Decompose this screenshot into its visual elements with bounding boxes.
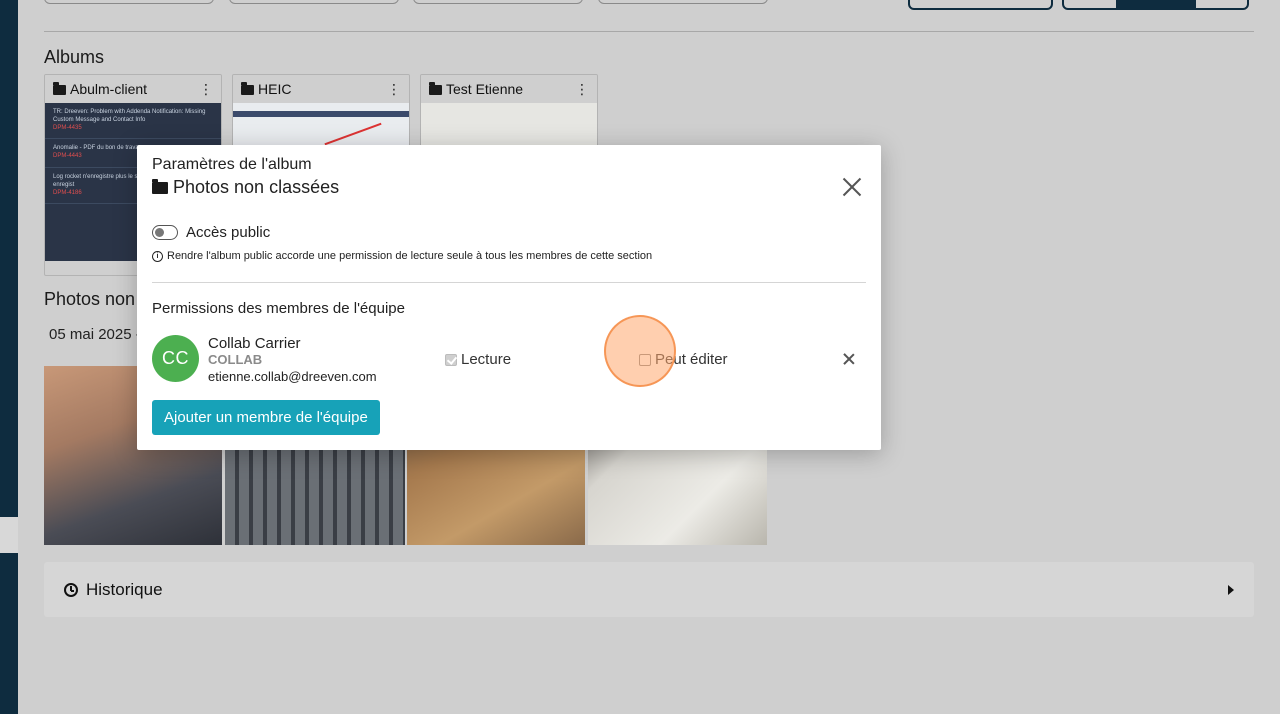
thumb-task-text: TR: Dreeven: Problem with Addenda Notifi… xyxy=(53,109,206,123)
history-label: Historique xyxy=(86,579,163,599)
more-options-icon[interactable]: ⋮ xyxy=(575,81,589,98)
public-access-row: Accès public xyxy=(152,224,270,241)
modal-title: Paramètres de l'album xyxy=(152,156,312,173)
public-access-label: Accès public xyxy=(186,224,271,241)
modal-album-name: Photos non classées xyxy=(152,177,339,198)
edit-label: Peut éditer xyxy=(655,351,728,368)
permissions-title: Permissions des membres de l'équipe xyxy=(152,300,405,317)
remove-member-icon[interactable] xyxy=(843,353,855,365)
view-toggle[interactable] xyxy=(1062,0,1249,10)
album-name-label: Photos non classées xyxy=(173,177,340,197)
folder-icon xyxy=(152,179,168,194)
folder-icon xyxy=(429,81,442,95)
albums-heading: Albums xyxy=(44,47,105,67)
edit-checkbox[interactable] xyxy=(639,353,651,366)
thumb-task: TR: Dreeven: Problem with Addenda Notifi… xyxy=(45,103,221,140)
more-options-icon[interactable]: ⋮ xyxy=(387,81,401,98)
info-icon: i xyxy=(152,250,163,262)
history-panel[interactable]: Historique xyxy=(44,562,1254,617)
folder-icon xyxy=(241,81,254,95)
left-sidebar xyxy=(0,0,18,714)
date-range: 05 mai 2025 - xyxy=(49,326,141,343)
view-toggle-active[interactable] xyxy=(1116,0,1196,8)
read-permission: Lecture xyxy=(445,351,511,368)
sidebar-notch xyxy=(0,517,18,553)
filter-field[interactable] xyxy=(598,0,768,4)
add-member-button[interactable]: Ajouter un membre de l'équipe xyxy=(152,400,380,435)
clock-icon xyxy=(64,582,78,597)
member-name: Collab Carrier xyxy=(208,335,301,352)
read-label: Lecture xyxy=(461,351,512,368)
folder-icon xyxy=(53,81,66,95)
more-options-icon[interactable]: ⋮ xyxy=(199,81,213,98)
album-name: Test Etienne xyxy=(446,81,524,97)
divider xyxy=(152,282,866,283)
edit-permission: Peut éditer xyxy=(639,351,728,368)
close-icon[interactable] xyxy=(840,175,864,199)
public-access-toggle[interactable] xyxy=(152,225,178,240)
caret-right-icon[interactable] xyxy=(1228,584,1234,595)
divider xyxy=(44,31,1254,32)
read-checkbox[interactable] xyxy=(445,353,457,366)
thumb-task-tag: DPM-4435 xyxy=(53,124,82,131)
public-info-text: Rendre l'album public accorde une permis… xyxy=(167,250,653,262)
album-settings-modal: Paramètres de l'album Photos non classée… xyxy=(137,145,881,450)
filter-field[interactable] xyxy=(229,0,399,4)
member-role: COLLAB xyxy=(208,352,263,367)
member-email: etienne.collab@dreeven.com xyxy=(208,369,377,384)
avatar: CC xyxy=(152,335,199,382)
filter-field[interactable] xyxy=(44,0,214,4)
public-access-info: i Rendre l'album public accorde une perm… xyxy=(152,250,652,262)
album-name: Abulm-client xyxy=(70,81,148,97)
unsorted-photos-heading: Photos non c xyxy=(44,289,150,309)
album-name: HEIC xyxy=(258,81,292,97)
toolbar-button[interactable] xyxy=(908,0,1053,10)
filter-field[interactable] xyxy=(413,0,583,4)
